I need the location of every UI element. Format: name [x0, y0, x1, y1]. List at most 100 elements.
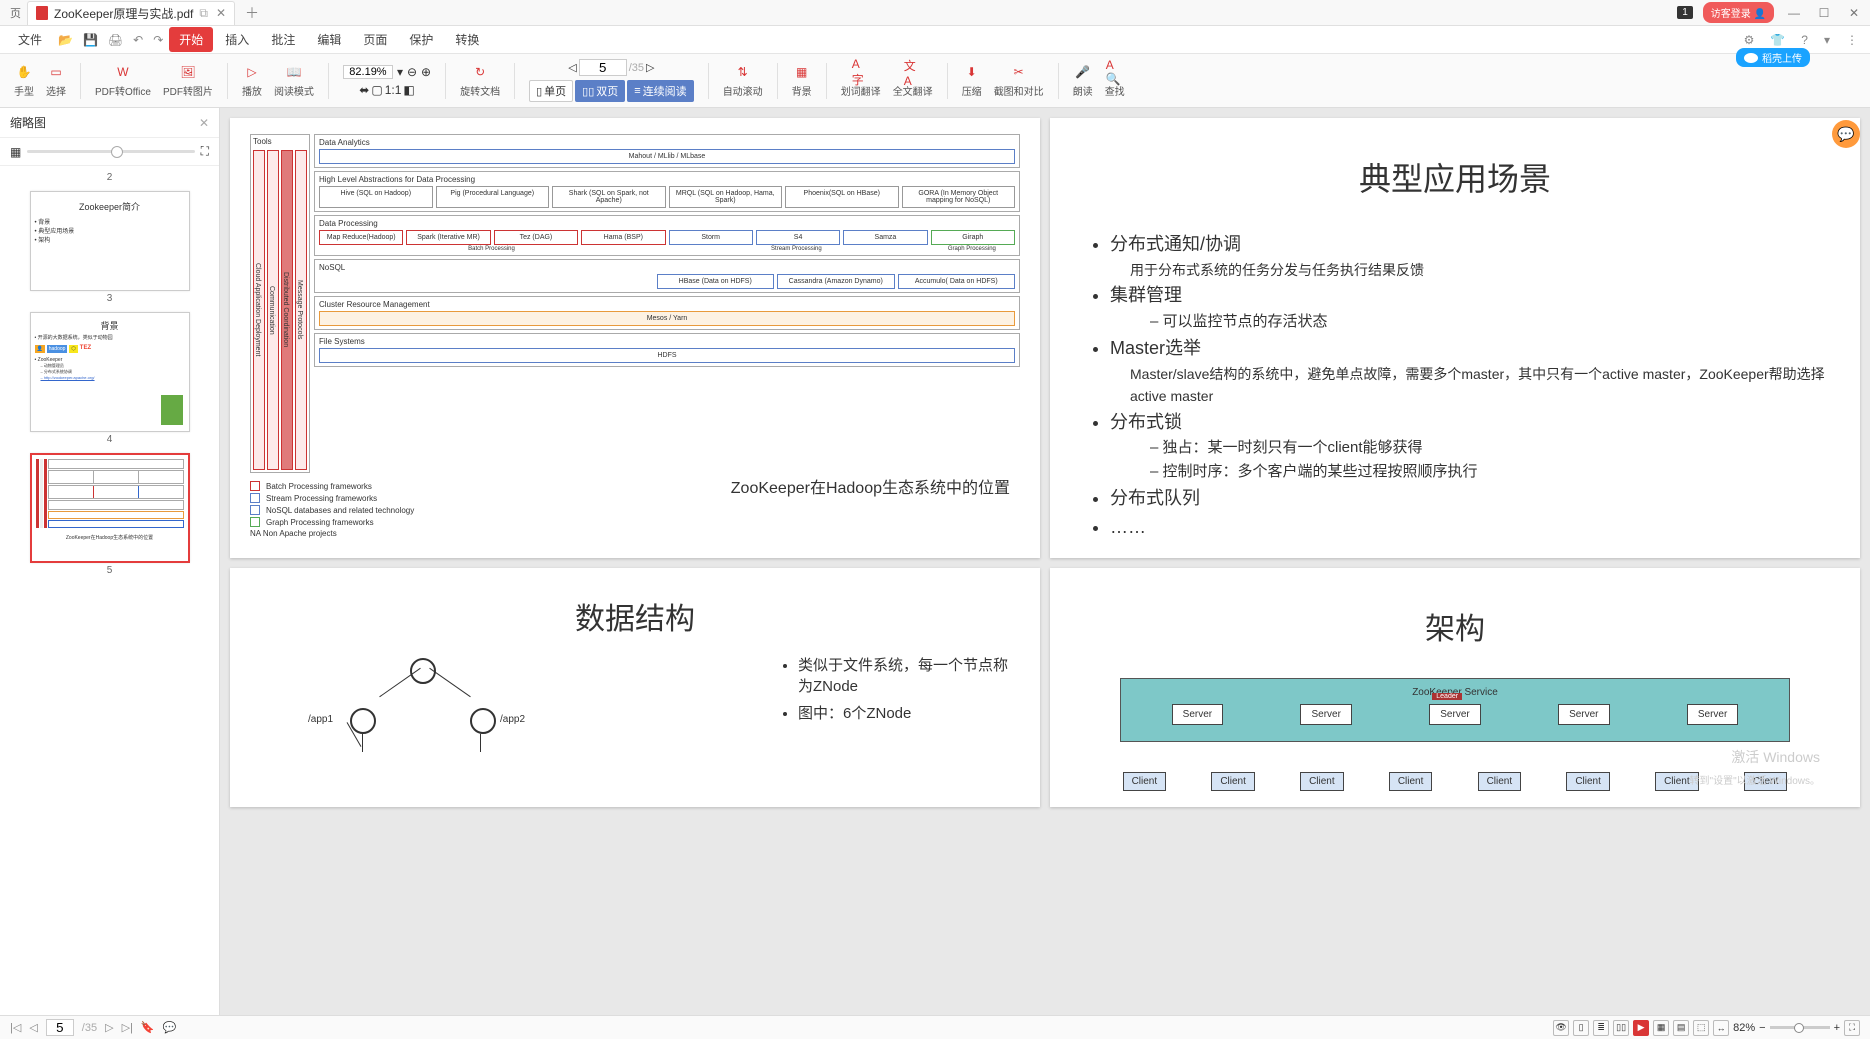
last-page-icon[interactable]: ▷| [122, 1021, 133, 1034]
status-page-input[interactable] [46, 1019, 74, 1036]
select-tool[interactable]: ▭选择 [42, 63, 70, 98]
view-double-icon[interactable]: ▯▯ [1613, 1020, 1629, 1036]
read-mode[interactable]: 📖阅读模式 [270, 63, 318, 98]
menu-convert[interactable]: 转换 [445, 27, 489, 52]
single-page-button[interactable]: ▯ 单页 [529, 80, 573, 102]
title-bar: 页 ZooKeeper原理与实战.pdf ⧉ ✕ ＋ 1 访客登录 👤 — ☐ … [0, 0, 1870, 26]
hand-tool[interactable]: ✋手型 [10, 63, 38, 98]
maximize-button[interactable]: ☐ [1814, 6, 1834, 20]
minimize-button[interactable]: — [1784, 6, 1804, 20]
page-input[interactable] [579, 59, 627, 76]
zoom-dropdown-icon[interactable]: ▾ [397, 65, 403, 79]
crop-compare-tool[interactable]: ✂截图和对比 [990, 63, 1048, 98]
thumbnail-panel: 缩略图 ✕ ▦ ⛶ 2 Zookeeper简介 • 背景 • 典型应用场景 • … [0, 108, 220, 1015]
prev-page-icon[interactable]: ◁ [29, 1021, 37, 1034]
find-tool[interactable]: A🔍查找 [1101, 63, 1129, 98]
compress-tool[interactable]: ⬇压缩 [958, 63, 986, 98]
zoom-input[interactable] [343, 65, 393, 79]
zoom-in-icon[interactable]: + [1834, 1022, 1840, 1034]
menu-page[interactable]: 页面 [353, 27, 397, 52]
zoom-controls: ▾ ⊖ ⊕ ⬌ ▢ 1:1 ◧ [339, 65, 435, 97]
thumbnail-title: 缩略图 [10, 114, 46, 131]
fit-page-icon[interactable]: ⬚ [1693, 1020, 1709, 1036]
fit-width-icon[interactable]: ⬌ [359, 83, 369, 97]
assistant-bubble[interactable]: 💬 [1832, 120, 1860, 148]
fullscreen-icon[interactable]: ⛶ [1844, 1020, 1860, 1036]
guest-login-button[interactable]: 访客登录 👤 [1703, 2, 1774, 23]
new-tab-button[interactable]: ＋ [245, 3, 259, 23]
print-icon[interactable]: 🖨 [104, 33, 127, 47]
open-icon[interactable]: 📂 [54, 33, 77, 47]
redo-icon[interactable]: ↷ [149, 33, 167, 47]
menu-insert[interactable]: 插入 [215, 27, 259, 52]
fulltrans-tool[interactable]: 文A全文翻译 [889, 63, 937, 98]
close-window-button[interactable]: ✕ [1844, 6, 1864, 20]
cloud-upload-promo[interactable]: 稻壳上传 [1736, 48, 1810, 67]
autoscroll-tool[interactable]: ⇅自动滚动 [719, 63, 767, 98]
prev-page-icon[interactable]: ◁ [568, 61, 576, 74]
zoom-out-icon[interactable]: ⊖ [407, 65, 417, 79]
background-tool[interactable]: ▦背景 [788, 63, 816, 98]
windows-watermark: 激活 Windows [1731, 747, 1820, 767]
tab-duplicate-icon[interactable]: ⧉ [199, 6, 208, 21]
collapse-ribbon-icon[interactable]: ▾ [1820, 33, 1834, 47]
bookmark-icon[interactable]: 🔖 [141, 1021, 155, 1034]
tab-prefix: 页 [6, 5, 25, 21]
save-icon[interactable]: 💾 [79, 33, 102, 47]
fit-width-icon[interactable]: ↔ [1713, 1020, 1729, 1036]
settings-icon[interactable]: ⚙ [1740, 33, 1759, 47]
thumb-number: 4 [0, 434, 219, 445]
thumb-expand-icon[interactable]: ⛶ [201, 144, 209, 159]
zoom-in-icon[interactable]: ⊕ [421, 65, 431, 79]
double-page-button[interactable]: ▯▯ 双页 [575, 80, 625, 102]
play-button[interactable]: ▷播放 [238, 63, 266, 98]
document-viewer[interactable]: Tools Cloud Application Deployment Commu… [220, 108, 1870, 1015]
more-icon[interactable]: ⋮ [1842, 33, 1862, 47]
page-nav: ◁ /35 ▷ ▯ 单页 ▯▯ 双页 ≡ 连续阅读 [525, 59, 698, 102]
thumb-size-slider[interactable] [27, 150, 194, 153]
next-page-icon[interactable]: ▷ [105, 1021, 113, 1034]
zoom-slider[interactable] [1770, 1026, 1830, 1029]
view-eye-icon[interactable]: 👁 [1553, 1020, 1569, 1036]
undo-icon[interactable]: ↶ [129, 33, 147, 47]
pdf-to-office[interactable]: WPDF转Office [91, 63, 155, 98]
skin-icon[interactable]: 👕 [1766, 33, 1789, 47]
status-page-total: /35 [82, 1022, 97, 1034]
thumbnail-page-2[interactable]: Zookeeper简介 • 背景 • 典型应用场景 • 架构 [30, 191, 190, 291]
pdf-to-image[interactable]: 🖼PDF转图片 [159, 63, 217, 98]
view-single-icon[interactable]: ▯ [1573, 1020, 1589, 1036]
fit-page-icon[interactable]: ▢ [371, 83, 382, 97]
continuous-button[interactable]: ≡ 连续阅读 [627, 80, 693, 102]
file-tab[interactable]: ZooKeeper原理与实战.pdf ⧉ ✕ [27, 1, 235, 25]
view-outline-icon[interactable]: ▤ [1673, 1020, 1689, 1036]
read-aloud-tool[interactable]: 🎤朗读 [1069, 63, 1097, 98]
thumb-number: 5 [0, 565, 219, 576]
menu-protect[interactable]: 保护 [399, 27, 443, 52]
fit-visible-icon[interactable]: ◧ [403, 83, 414, 97]
menu-start[interactable]: 开始 [169, 27, 213, 52]
ribbon-toolbar: ✋手型 ▭选择 WPDF转Office 🖼PDF转图片 ▷播放 📖阅读模式 ▾ … [0, 54, 1870, 108]
first-page-icon[interactable]: |◁ [10, 1021, 21, 1034]
rotate-tool[interactable]: ↻旋转文档 [456, 63, 504, 98]
page8-title: 架构 [1070, 604, 1840, 648]
comment-icon[interactable]: 💬 [163, 1021, 177, 1034]
zoom-out-icon[interactable]: − [1759, 1022, 1765, 1034]
thumbnail-page-3[interactable]: 背景 • 开源的大数据系统，类似于动物园 👤 hadoop ⬡ TEZ • Zo… [30, 312, 190, 432]
tab-close-icon[interactable]: ✕ [216, 6, 226, 20]
thumb-grid-icon[interactable]: ▦ [10, 145, 21, 159]
wordtrans-tool[interactable]: A字划词翻译 [837, 63, 885, 98]
actual-size-icon[interactable]: 1:1 [385, 83, 402, 97]
znode-tree: /app1 /app2 [290, 658, 550, 778]
view-continuous-icon[interactable]: ≣ [1593, 1020, 1609, 1036]
close-panel-icon[interactable]: ✕ [199, 116, 209, 130]
help-icon[interactable]: ? [1797, 33, 1812, 47]
view-grid-icon[interactable]: ▦ [1653, 1020, 1669, 1036]
view-slideshow-icon[interactable]: ▶ [1633, 1020, 1649, 1036]
status-zoom-label: 82% [1733, 1022, 1755, 1034]
menu-annotate[interactable]: 批注 [261, 27, 305, 52]
page5-caption: ZooKeeper在Hadoop生态系统中的位置 [731, 474, 1010, 498]
thumbnail-page-4[interactable]: ZooKeeper在Hadoop生态系统中的位置 [30, 453, 190, 563]
next-page-icon[interactable]: ▷ [646, 61, 654, 74]
menu-edit[interactable]: 编辑 [307, 27, 351, 52]
file-menu[interactable]: 文件 [8, 27, 52, 52]
